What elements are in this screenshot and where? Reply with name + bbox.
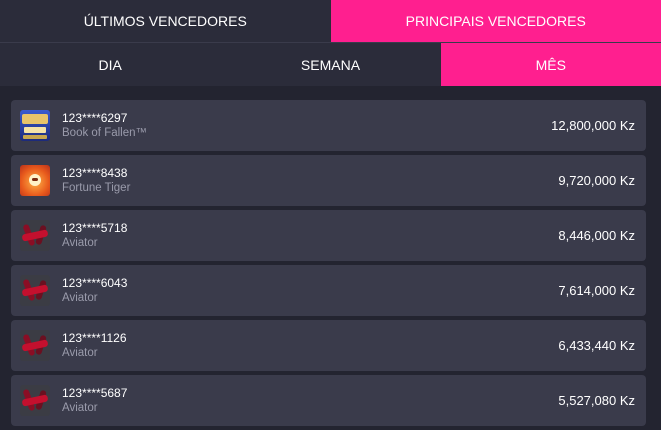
winner-info: 123****1126 Aviator [62,331,558,360]
winner-amount: 9,720,000 Kz [558,173,635,188]
winner-user: 123****5687 [62,386,558,400]
tab-latest-winners[interactable]: ÚLTIMOS VENCEDORES [0,0,331,42]
winner-amount: 8,446,000 Kz [558,228,635,243]
winner-user: 123****1126 [62,331,558,345]
winner-game: Aviator [62,236,558,250]
tab-day[interactable]: DIA [0,43,220,86]
winner-game: Aviator [62,291,558,305]
winner-info: 123****6297 Book of Fallen™ [62,111,551,140]
scrollbar[interactable] [656,86,661,427]
winner-game: Aviator [62,346,558,360]
winner-game: Book of Fallen™ [62,126,551,140]
winner-row[interactable]: 123****5718 Aviator 8,446,000 Kz [11,210,646,261]
winner-game: Aviator [62,401,558,415]
winner-info: 123****5718 Aviator [62,221,558,250]
tab-top-winners[interactable]: PRINCIPAIS VENCEDORES [331,0,661,42]
winner-amount: 6,433,440 Kz [558,338,635,353]
winner-info: 123****8438 Fortune Tiger [62,166,558,195]
winner-info: 123****6043 Aviator [62,276,558,305]
winner-row[interactable]: 123****1126 Aviator 6,433,440 Kz [11,320,646,371]
period-tabs: DIA SEMANA MÊS [0,43,661,86]
winner-row[interactable]: 123****5687 Aviator 5,527,080 Kz [11,375,646,426]
book-of-fallen-icon [20,110,50,141]
aviator-icon [20,385,50,416]
winners-type-tabs: ÚLTIMOS VENCEDORES PRINCIPAIS VENCEDORES [0,0,661,42]
winner-user: 123****6043 [62,276,558,290]
winner-game: Fortune Tiger [62,181,558,195]
tab-week[interactable]: SEMANA [220,43,440,86]
fortune-tiger-icon [20,165,50,196]
winner-user: 123****8438 [62,166,558,180]
winner-row[interactable]: 123****8438 Fortune Tiger 9,720,000 Kz [11,155,646,206]
winner-amount: 5,527,080 Kz [558,393,635,408]
tab-month[interactable]: MÊS [441,43,661,86]
winners-list: 123****6297 Book of Fallen™ 12,800,000 K… [11,100,646,430]
winner-row[interactable]: 123****6297 Book of Fallen™ 12,800,000 K… [11,100,646,151]
winner-user: 123****5718 [62,221,558,235]
aviator-icon [20,275,50,306]
aviator-icon [20,330,50,361]
winner-row[interactable]: 123****6043 Aviator 7,614,000 Kz [11,265,646,316]
aviator-icon [20,220,50,251]
winner-user: 123****6297 [62,111,551,125]
winner-info: 123****5687 Aviator [62,386,558,415]
winner-amount: 12,800,000 Kz [551,118,635,133]
winner-amount: 7,614,000 Kz [558,283,635,298]
